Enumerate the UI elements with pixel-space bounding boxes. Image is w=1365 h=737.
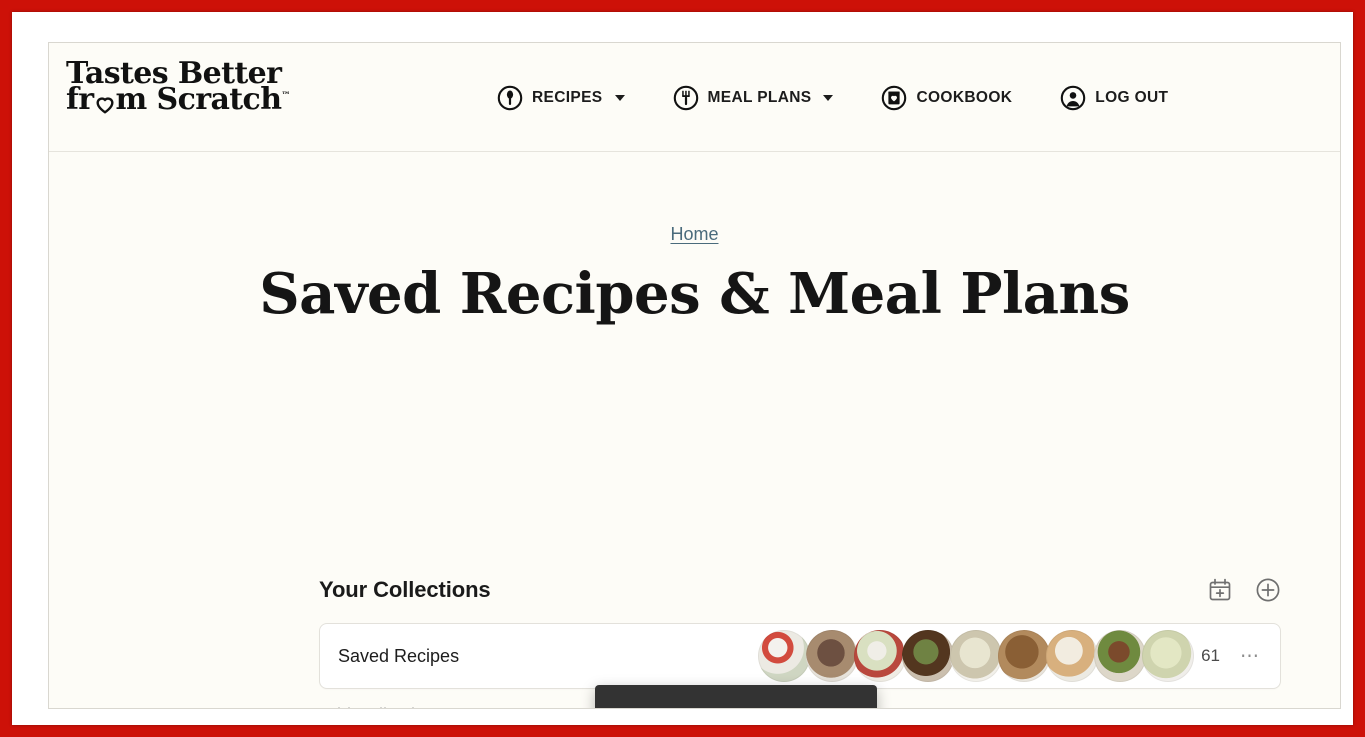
site-logo[interactable]: Tastes Better fr m Scratch™ bbox=[66, 58, 336, 115]
outer-red-border: Tastes Better fr m Scratch™ RECIPES MEAL… bbox=[0, 0, 1365, 737]
add-collection-link[interactable]: Add Collection bbox=[319, 700, 435, 708]
nav-item-log-out[interactable]: LOG OUT bbox=[1036, 79, 1192, 117]
logo-line-2-pre: fr bbox=[66, 82, 94, 118]
recipe-thumbnail bbox=[902, 630, 954, 682]
browser-page-frame: Tastes Better fr m Scratch™ RECIPES MEAL… bbox=[48, 42, 1341, 709]
collections-header-actions bbox=[1207, 577, 1281, 603]
collection-thumbnails bbox=[758, 623, 1201, 689]
recipe-thumbnail bbox=[806, 630, 858, 682]
heart-icon bbox=[94, 91, 116, 115]
nav-item-cookbook[interactable]: COOKBOOK bbox=[857, 79, 1036, 117]
cookbook-circle-icon bbox=[881, 85, 907, 111]
nav-item-recipes[interactable]: RECIPES bbox=[473, 79, 649, 117]
main-navigation: RECIPES MEAL PLANS COOKBOOK LOG OUT bbox=[473, 43, 1192, 152]
page-body: Home Saved Recipes & Meal Plans Your Col… bbox=[49, 224, 1340, 708]
collections-heading: Your Collections bbox=[319, 577, 491, 602]
chevron-down-icon bbox=[823, 94, 834, 101]
recipe-thumbnail bbox=[950, 630, 1002, 682]
breadcrumb-home-link[interactable]: Home bbox=[670, 224, 718, 244]
nav-label-meal-plans: MEAL PLANS bbox=[707, 88, 812, 106]
nav-item-meal-plans[interactable]: MEAL PLANS bbox=[649, 79, 858, 117]
chevron-down-icon bbox=[614, 94, 625, 101]
site-header: Tastes Better fr m Scratch™ RECIPES MEAL… bbox=[49, 43, 1340, 152]
collection-name: Saved Recipes bbox=[338, 645, 460, 666]
trademark-mark: ™ bbox=[281, 91, 291, 102]
spoon-circle-icon bbox=[497, 85, 523, 111]
nav-label-cookbook: COOKBOOK bbox=[916, 88, 1013, 106]
nav-label-recipes: RECIPES bbox=[532, 88, 603, 106]
recipe-thumbnail bbox=[1094, 630, 1146, 682]
logo-line-2: fr m Scratch™ bbox=[66, 85, 336, 115]
breadcrumb: Home bbox=[49, 224, 1340, 245]
calendar-plus-icon[interactable] bbox=[1207, 577, 1233, 603]
recipe-thumbnail bbox=[998, 630, 1050, 682]
recipe-thumbnail bbox=[854, 630, 906, 682]
premade-collection-dropdown: Ham Christmas Menu Lamb Christmas Menu P… bbox=[595, 685, 877, 708]
recipe-thumbnail bbox=[1142, 630, 1194, 682]
fork-circle-icon bbox=[673, 85, 699, 111]
circle-plus-icon[interactable] bbox=[1255, 577, 1281, 603]
white-mat: Tastes Better fr m Scratch™ RECIPES MEAL… bbox=[12, 12, 1353, 725]
collections-header: Your Collections bbox=[319, 573, 1281, 607]
logo-line-2-post: m Scratch bbox=[115, 82, 283, 118]
collection-card-saved-recipes[interactable]: Saved Recipes 61 ⋯ bbox=[319, 623, 1281, 689]
user-circle-icon bbox=[1060, 85, 1086, 111]
dropdown-item-ham-christmas-menu[interactable]: Ham Christmas Menu bbox=[595, 701, 877, 708]
more-options-icon[interactable]: ⋯ bbox=[1240, 647, 1260, 666]
collection-card-meta: 61 ⋯ bbox=[1201, 646, 1260, 666]
nav-label-log-out: LOG OUT bbox=[1095, 88, 1169, 106]
page-title: Saved Recipes & Meal Plans bbox=[259, 261, 1130, 327]
recipe-thumbnail bbox=[758, 630, 810, 682]
collection-count: 61 bbox=[1201, 646, 1220, 665]
recipe-thumbnail bbox=[1046, 630, 1098, 682]
